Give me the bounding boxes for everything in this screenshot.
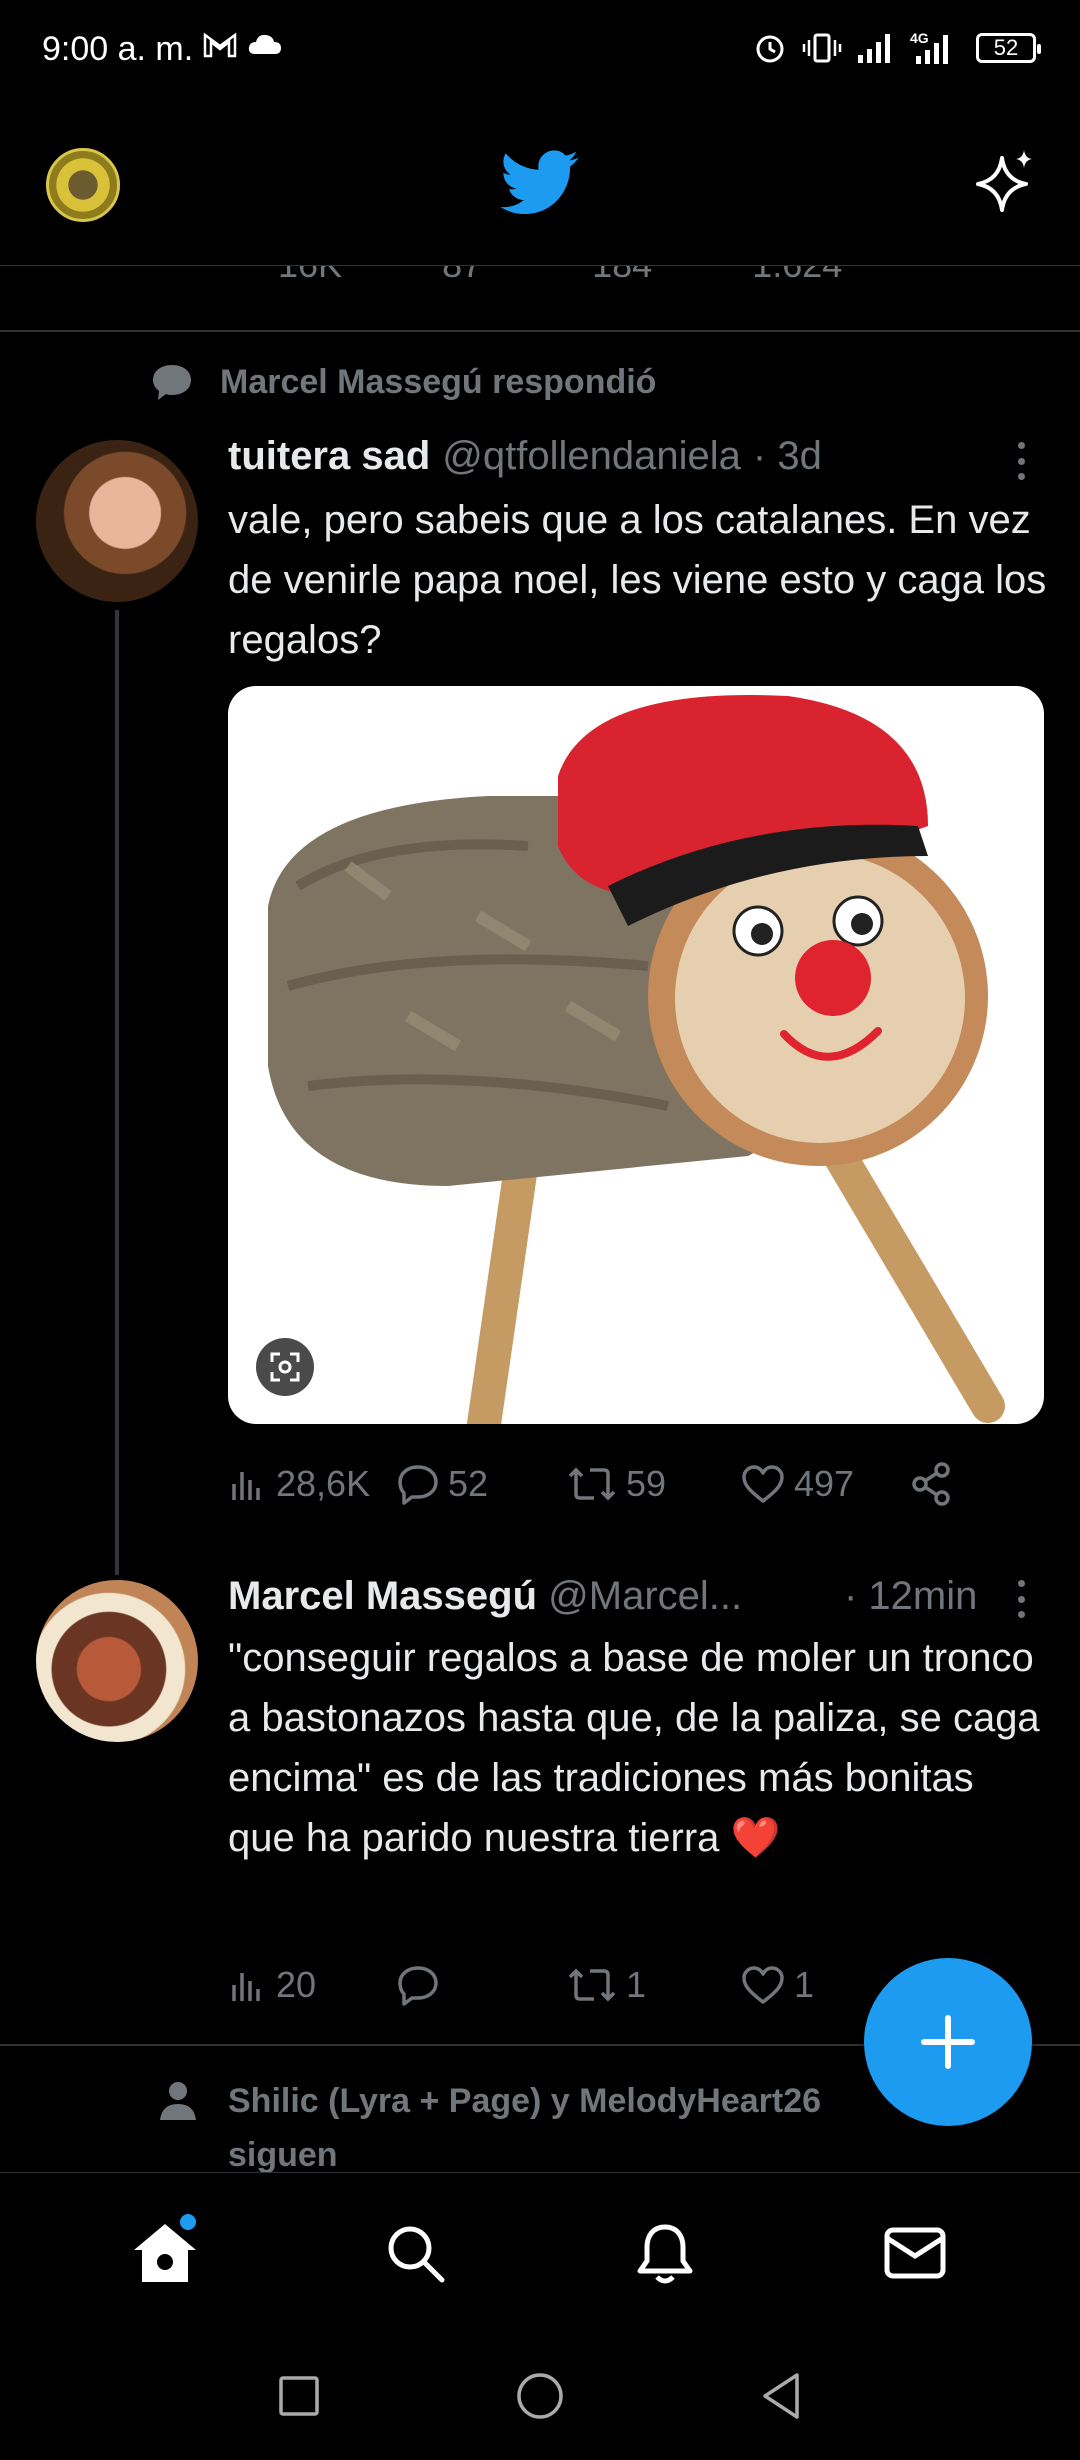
tweet-actions: 20 1 1 [228, 1964, 910, 2006]
heart-icon [742, 1966, 784, 2004]
avatar[interactable] [46, 148, 120, 222]
share-icon [912, 1462, 950, 1506]
cloud-icon [248, 34, 281, 54]
person-icon [160, 2082, 196, 2120]
thread-line [115, 610, 119, 1575]
home-circle-icon[interactable] [515, 2371, 565, 2421]
likes-count: 497 [794, 1463, 855, 1504]
tab-home[interactable] [120, 2208, 210, 2298]
tweet-image[interactable] [228, 686, 1044, 1424]
tweet-header: tuitera sad @qtfollendaniela · 3d [228, 434, 822, 479]
vibrate-icon [802, 33, 842, 63]
more-options-icon[interactable] [1006, 438, 1036, 484]
tab-search[interactable] [370, 2208, 460, 2298]
reply-button[interactable] [396, 1964, 566, 2006]
status-bar: 9:00 a. m. 4G 52 [0, 0, 1080, 100]
plus-icon [921, 2015, 975, 2069]
follow-context[interactable]: Shilic (Lyra + Page) y MelodyHeart26 sig… [158, 2074, 918, 2182]
replies-count[interactable]: 87 [382, 266, 482, 286]
reply-context: Marcel Massegú respondió [150, 362, 656, 402]
speech-bubble-icon [153, 365, 191, 400]
battery-indicator: 52 [976, 33, 1041, 63]
tweet-text: "conseguir regalos a base de moler un tr… [228, 1636, 1040, 1860]
system-nav-bar [0, 2332, 1080, 2460]
author-handle[interactable]: @Marcel... [548, 1574, 742, 1618]
views-button[interactable]: 28,6K [228, 1463, 396, 1505]
signal-icon [858, 34, 890, 63]
recents-icon[interactable] [277, 2374, 321, 2418]
back-icon[interactable] [759, 2371, 803, 2421]
like-button[interactable]: 497 [740, 1463, 910, 1505]
signal-4g-icon: 4G [910, 30, 948, 64]
views-icon [232, 1973, 260, 2001]
tweet-header: Marcel Massegú @Marcel... · 12min [228, 1574, 1048, 1619]
likes-count: 1 [794, 1964, 815, 2005]
mail-icon [884, 2227, 946, 2278]
retweet-button[interactable]: 59 [566, 1463, 740, 1505]
alarm-icon [756, 35, 784, 63]
author-handle[interactable]: @qtfollendaniela [442, 434, 741, 479]
twitter-bird-icon[interactable] [500, 150, 580, 216]
reply-icon [398, 1966, 438, 2006]
author-name[interactable]: tuitera sad [228, 434, 430, 479]
scan-icon [270, 1352, 300, 1382]
tweet-text: vale, pero sabeis que a los catalanes. E… [228, 498, 1047, 662]
retweets-count[interactable]: 184 [522, 266, 652, 286]
replies-count: 52 [448, 1463, 489, 1504]
views-count: 28,6K [276, 1463, 371, 1504]
tweet-actions: 28,6K 52 59 497 [228, 1462, 954, 1506]
status-time: 9:00 a. m. [42, 30, 194, 68]
avatar[interactable] [36, 440, 198, 602]
follow-context-label: Shilic (Lyra + Page) y MelodyHeart26 sig… [228, 2082, 822, 2174]
top-nav [0, 100, 1080, 266]
retweets-count: 59 [626, 1463, 667, 1504]
bell-icon [637, 2224, 693, 2283]
tab-messages[interactable] [870, 2208, 960, 2298]
notification-dot [180, 2213, 196, 2230]
reply-button[interactable]: 52 [396, 1463, 566, 1505]
likes-count[interactable]: 1.624 [692, 266, 842, 286]
reply-context-label[interactable]: Marcel Massegú respondió [220, 363, 656, 402]
reply-icon [398, 1465, 438, 1505]
heart-icon [742, 1465, 784, 1503]
retweet-button[interactable]: 1 [566, 1964, 740, 2006]
retweet-icon [568, 1968, 616, 2002]
status-left-icons [202, 30, 284, 60]
views-count: 20 [276, 1964, 317, 2005]
tio-de-nadal-image [268, 695, 1005, 1424]
share-button[interactable] [910, 1462, 954, 1506]
views-count[interactable]: 16K [228, 266, 342, 286]
retweets-count: 1 [626, 1964, 647, 2005]
image-search-button[interactable] [256, 1338, 314, 1396]
views-icon [232, 1472, 260, 1500]
tweet-time[interactable]: · 12min [844, 1574, 977, 1619]
divider [0, 330, 1080, 332]
sparkle-icon[interactable] [970, 146, 1042, 218]
status-right-icons: 4G 52 [752, 30, 1041, 66]
retweet-icon [568, 1467, 616, 1501]
more-options-icon[interactable] [1006, 1576, 1036, 1622]
previous-tweet-actions: 16K 87 184 1.624 [228, 266, 988, 296]
network-label: 4G [910, 30, 929, 46]
avatar[interactable] [36, 1580, 198, 1742]
gmail-icon [203, 32, 237, 58]
compose-tweet-button[interactable] [864, 1958, 1032, 2126]
views-button[interactable]: 20 [228, 1964, 396, 2006]
author-name[interactable]: Marcel Massegú [228, 1574, 537, 1618]
search-icon [388, 2226, 445, 2282]
bottom-nav [0, 2172, 1080, 2332]
tab-notifications[interactable] [620, 2208, 710, 2298]
tweet-time[interactable]: · 3d [753, 434, 822, 479]
